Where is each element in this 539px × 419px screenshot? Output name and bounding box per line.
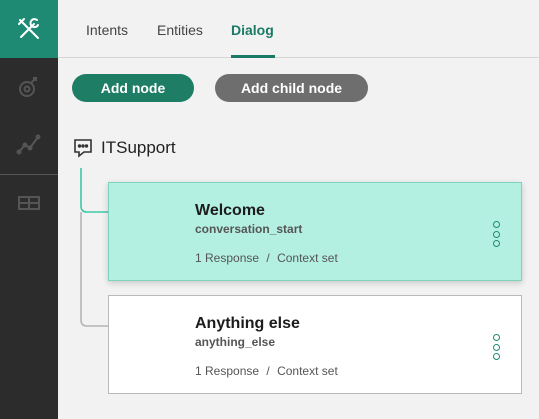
dialog-node-anything-else[interactable]: Anything else anything_else 1 Response /…: [108, 295, 522, 394]
kebab-dot: [492, 353, 500, 360]
node-response-count: 1 Response: [195, 251, 260, 265]
node-meta: 1 Response / Context set: [195, 364, 338, 378]
kebab-dot: [492, 230, 500, 238]
node-title: Welcome: [195, 202, 265, 219]
kebab-dot: [492, 240, 500, 247]
dialog-node-welcome[interactable]: Welcome conversation_start 1 Response / …: [108, 182, 522, 281]
kebab-dot: [492, 221, 500, 228]
dialog-app: Intents Entities Dialog Add node Add chi…: [0, 0, 539, 419]
node-options-menu[interactable]: [490, 334, 502, 360]
node-title: Anything else: [195, 315, 300, 332]
connector-anything-else: [80, 212, 108, 327]
node-condition: anything_else: [195, 335, 276, 349]
node-context-status: Context set: [277, 251, 338, 265]
connector-welcome: [80, 168, 108, 213]
meta-separator: /: [266, 251, 270, 265]
kebab-dot: [492, 343, 500, 351]
node-meta: 1 Response / Context set: [195, 251, 338, 265]
node-context-status: Context set: [277, 364, 338, 378]
meta-separator: /: [266, 364, 270, 378]
node-condition: conversation_start: [195, 222, 303, 236]
kebab-dot: [492, 334, 500, 341]
node-response-count: 1 Response: [195, 364, 260, 378]
node-options-menu[interactable]: [490, 221, 502, 247]
